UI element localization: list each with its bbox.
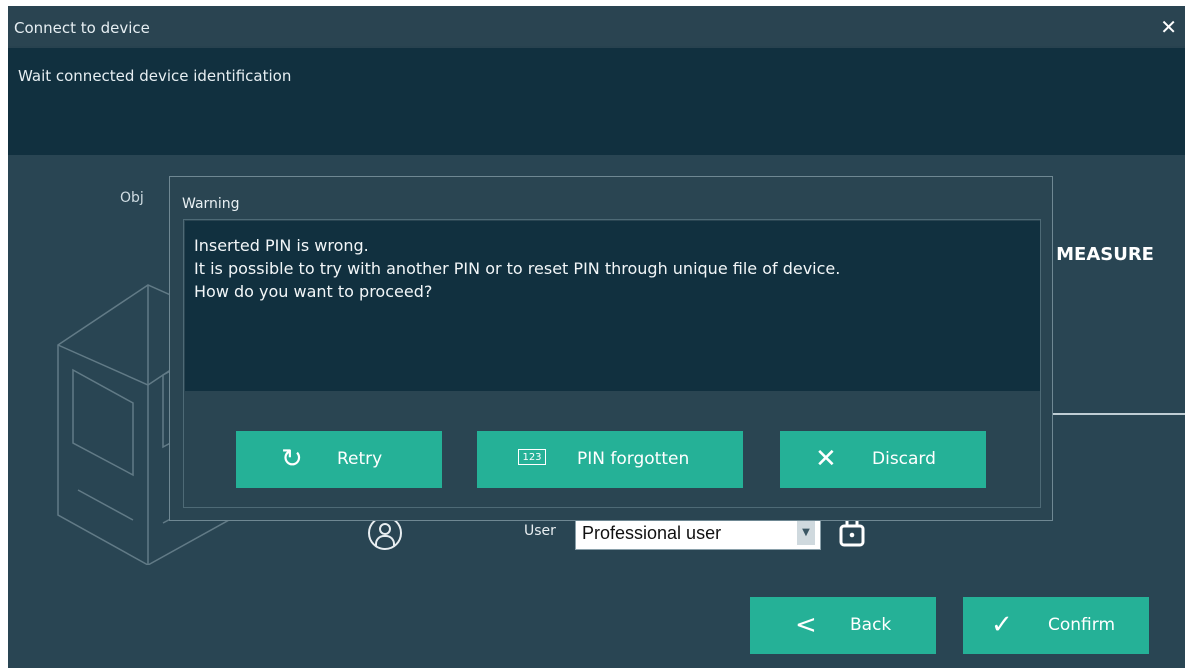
dialog-title: Warning bbox=[182, 196, 240, 212]
check-icon: ✓ bbox=[991, 610, 1013, 640]
user-icon-body bbox=[375, 535, 395, 546]
chevron-left-icon: < bbox=[795, 610, 817, 640]
confirm-label: Confirm bbox=[1048, 615, 1116, 635]
title-bar: Connect to device ✕ bbox=[8, 6, 1185, 46]
pin-forgotten-label: PIN forgotten bbox=[577, 449, 690, 469]
user-icon-head bbox=[379, 523, 391, 535]
warning-line-2: It is possible to try with another PIN o… bbox=[194, 259, 841, 278]
retry-button[interactable]: ↻ Retry bbox=[236, 431, 442, 488]
user-label: User bbox=[524, 523, 556, 539]
user-select-value: Professional user bbox=[582, 523, 722, 543]
warning-message: Inserted PIN is wrong. It is possible to… bbox=[185, 221, 1040, 391]
confirm-button[interactable]: ✓ Confirm bbox=[963, 597, 1149, 654]
measure-label: . MEASURE bbox=[1043, 244, 1154, 265]
object-label: Obj bbox=[120, 190, 144, 206]
keypad-icon: 123 bbox=[518, 449, 546, 465]
warning-line-3: How do you want to proceed? bbox=[194, 282, 433, 301]
back-label: Back bbox=[850, 615, 892, 635]
window-title: Connect to device bbox=[14, 19, 150, 37]
lock-icon[interactable] bbox=[839, 517, 865, 547]
status-message: Wait connected device identification bbox=[18, 67, 292, 85]
user-icon bbox=[368, 516, 402, 550]
close-icon[interactable]: ✕ bbox=[1160, 15, 1177, 39]
discard-label: Discard bbox=[872, 449, 936, 469]
user-select[interactable]: Professional user ▼ bbox=[575, 516, 821, 550]
connect-to-device-window: Connect to device ✕ Wait connected devic… bbox=[8, 6, 1185, 668]
back-button[interactable]: < Back bbox=[750, 597, 936, 654]
x-icon: ✕ bbox=[815, 444, 837, 474]
status-panel: Wait connected device identification bbox=[8, 48, 1185, 155]
discard-button[interactable]: ✕ Discard bbox=[780, 431, 986, 488]
retry-label: Retry bbox=[337, 449, 383, 469]
warning-message-lines: Inserted PIN is wrong. It is possible to… bbox=[194, 234, 840, 303]
retry-icon: ↻ bbox=[281, 444, 303, 474]
dropdown-arrow-icon[interactable]: ▼ bbox=[797, 521, 815, 545]
measure-divider bbox=[1043, 413, 1185, 415]
warning-line-1: Inserted PIN is wrong. bbox=[194, 236, 369, 255]
pin-forgotten-button[interactable]: 123 PIN forgotten bbox=[477, 431, 743, 488]
